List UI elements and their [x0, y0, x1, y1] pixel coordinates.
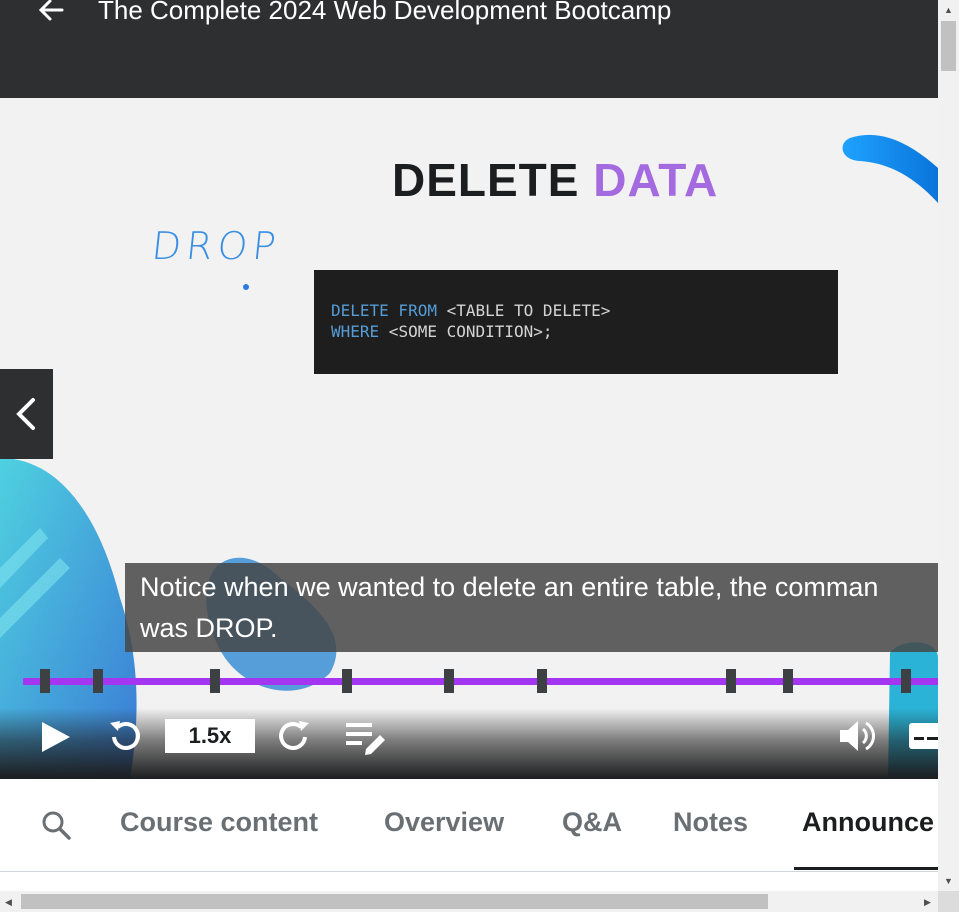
player-controls: 1.5x [0, 708, 938, 779]
code-block: DELETE FROM <TABLE TO DELETE> WHERE <SOM… [314, 270, 838, 374]
code-keyword: WHERE [331, 322, 380, 341]
handwritten-note: DROP [149, 224, 283, 268]
slide-title: DELETE DATA [392, 153, 718, 207]
back-arrow-icon[interactable] [30, 0, 70, 32]
course-tabs: Course content Overview Q&A Notes Announ… [0, 779, 938, 872]
code-text: <TABLE TO DELETE> [436, 301, 611, 320]
course-title[interactable]: The Complete 2024 Web Development Bootca… [98, 0, 671, 30]
playlist-icon[interactable] [344, 717, 388, 755]
code-line-1: DELETE FROM <TABLE TO DELETE> [331, 300, 821, 321]
play-icon[interactable] [36, 718, 74, 756]
playback-speed-button[interactable]: 1.5x [165, 719, 255, 753]
tab-overview[interactable]: Overview [384, 807, 504, 838]
bookmark-marker[interactable] [726, 669, 736, 693]
scrollbar-corner [938, 891, 959, 912]
code-line-2: WHERE <SOME CONDITION>; [331, 321, 821, 342]
pen-cursor-dot [243, 284, 249, 290]
playhead-marker[interactable] [901, 669, 911, 693]
bookmark-marker[interactable] [210, 669, 220, 693]
header-subbar [0, 50, 938, 98]
tab-qa[interactable]: Q&A [562, 807, 622, 838]
previous-lecture-button[interactable] [0, 369, 53, 459]
bookmark-marker[interactable] [93, 669, 103, 693]
scroll-down-icon[interactable]: ▼ [944, 876, 953, 886]
scroll-right-icon[interactable]: ▶ [924, 897, 931, 907]
scroll-up-icon[interactable]: ▲ [944, 5, 953, 15]
tab-announcements[interactable]: Announce [802, 807, 934, 838]
bookmark-marker[interactable] [783, 669, 793, 693]
code-text: <SOME CONDITION>; [379, 322, 553, 341]
chevron-left-icon [16, 398, 35, 430]
scroll-left-icon[interactable]: ◀ [5, 897, 12, 907]
caption-line-1: Notice when we wanted to delete an entir… [140, 572, 879, 602]
video-player[interactable]: DELETE DATA DROP DELETE FROM <TABLE TO D… [0, 98, 938, 779]
vertical-scroll-thumb[interactable] [941, 21, 956, 71]
bookmark-marker[interactable] [342, 669, 352, 693]
volume-icon[interactable] [837, 717, 877, 755]
rewind-icon[interactable] [106, 717, 144, 755]
code-keyword: DELETE FROM [331, 301, 437, 320]
tab-notes[interactable]: Notes [673, 807, 748, 838]
horizontal-scroll-thumb[interactable] [21, 894, 768, 909]
caption-line-2: was DROP. [140, 613, 278, 643]
bookmark-marker[interactable] [40, 669, 50, 693]
caption-box: Notice when we wanted to delete an entir… [125, 563, 938, 652]
captions-icon[interactable] [907, 719, 938, 753]
slide-title-main: DELETE [392, 154, 580, 206]
search-icon[interactable] [40, 809, 72, 841]
bookmark-marker[interactable] [444, 669, 454, 693]
progress-bar[interactable] [23, 669, 938, 693]
active-tab-indicator [794, 867, 938, 870]
vertical-scrollbar[interactable]: ▲ ▼ [938, 0, 959, 891]
bookmark-marker[interactable] [537, 669, 547, 693]
forward-icon[interactable] [275, 717, 313, 755]
tab-course-content[interactable]: Course content [120, 807, 318, 838]
slide-title-accent: DATA [593, 154, 719, 206]
